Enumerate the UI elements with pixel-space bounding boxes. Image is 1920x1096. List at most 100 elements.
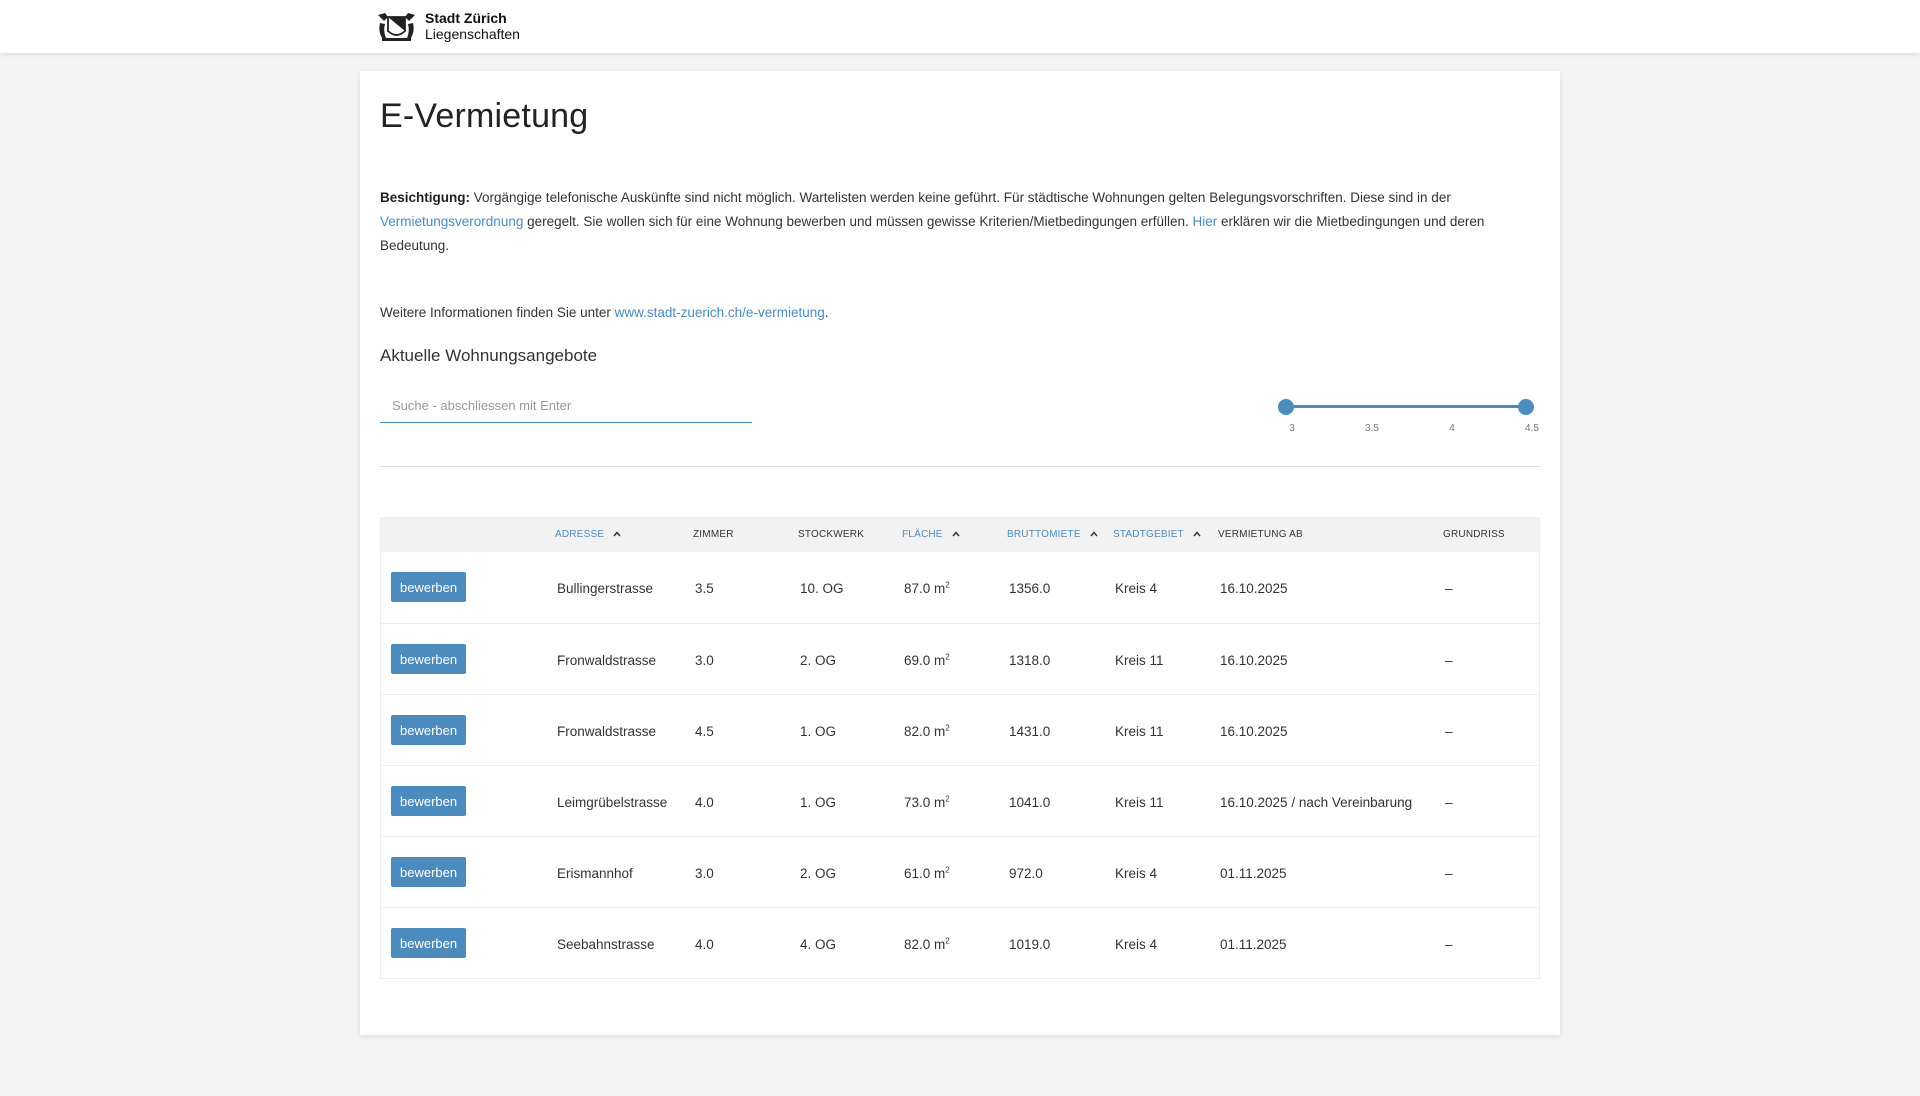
bewerben-button[interactable]: bewerben — [391, 644, 467, 674]
cell-stadtgebiet: Kreis 4 — [1115, 581, 1158, 596]
cell-vermietung-ab: 16.10.2025 — [1220, 724, 1288, 739]
bewerben-button[interactable]: bewerben — [391, 857, 467, 887]
cell-bruttomiete: 1019.0 — [1009, 937, 1051, 952]
area-unit-superscript: 2 — [945, 936, 950, 946]
cell-flaeche: 82.0 m2 — [904, 695, 950, 766]
intro-text-1: Vorgängige telefonische Auskünfte sind n… — [470, 190, 1451, 205]
chevron-up-icon — [1193, 531, 1201, 537]
room-range-slider[interactable]: 3 3.5 4 4.5 — [1278, 399, 1539, 439]
table-row: bewerben Seebahnstrasse 4.0 4. OG 82.0 m2 101… — [381, 907, 1539, 978]
column-header-grundriss: Grundriss — [1443, 529, 1505, 540]
slider-tick-label: 4.5 — [1525, 423, 1539, 434]
cell-stadtgebiet: Kreis 11 — [1115, 795, 1164, 810]
column-header-label: Adresse — [555, 529, 605, 540]
cell-zimmer: 4.0 — [695, 795, 714, 810]
column-header-flaeche[interactable]: Fläche — [902, 518, 960, 552]
column-header-vermietung-ab: Vermietung ab — [1218, 529, 1303, 540]
cell-bruttomiete: 1356.0 — [1009, 581, 1051, 596]
slider-tick-label: 4 — [1449, 423, 1455, 434]
area-unit-superscript: 2 — [945, 794, 950, 804]
cell-zimmer: 4.0 — [695, 937, 714, 952]
column-header-label: Stadtgebiet — [1113, 529, 1184, 540]
cell-zimmer: 4.5 — [695, 724, 714, 739]
bewerben-button[interactable]: bewerben — [391, 572, 467, 602]
bewerben-button[interactable]: bewerben — [391, 715, 467, 745]
area-unit-superscript: 2 — [945, 723, 950, 733]
slider-tick-label: 3.5 — [1365, 423, 1379, 434]
cell-grundriss: – — [1445, 937, 1453, 952]
intro-paragraph: Besichtigung: Vorgängige telefonische Au… — [380, 186, 1530, 258]
cell-vermietung-ab: 16.10.2025 — [1220, 581, 1288, 596]
column-header-adresse[interactable]: Adresse — [555, 518, 621, 552]
cell-adresse: Leimgrübelstrasse — [557, 795, 668, 810]
table-row: bewerben Fronwaldstrasse 4.5 1. OG 82.0 m2 14… — [381, 694, 1539, 765]
area-value: 73.0 m — [904, 795, 946, 810]
cell-stockwerk: 1. OG — [800, 724, 837, 739]
more-info-prefix: Weitere Informationen finden Sie unter — [380, 305, 615, 320]
cell-stockwerk: 2. OG — [800, 653, 837, 668]
cell-vermietung-ab: 16.10.2025 — [1220, 653, 1288, 668]
mietbedingungen-link[interactable]: Hier — [1193, 214, 1218, 229]
cell-bruttomiete: 972.0 — [1009, 866, 1043, 881]
table-row: bewerben Bullingerstrasse 3.5 10. OG 87.0 m2… — [381, 552, 1539, 623]
chevron-up-icon — [613, 531, 621, 537]
cell-flaeche: 87.0 m2 — [904, 552, 950, 623]
cell-zimmer: 3.0 — [695, 866, 714, 881]
bewerben-button[interactable]: bewerben — [391, 928, 467, 958]
cell-vermietung-ab: 01.11.2025 — [1220, 937, 1287, 952]
slider-track[interactable] — [1286, 405, 1526, 408]
area-unit-superscript: 2 — [945, 865, 950, 875]
cell-stadtgebiet: Kreis 11 — [1115, 653, 1164, 668]
cell-adresse: Erismannhof — [557, 866, 633, 881]
cell-adresse: Bullingerstrasse — [557, 581, 654, 596]
cell-adresse: Fronwaldstrasse — [557, 653, 657, 668]
cell-stockwerk: 1. OG — [800, 795, 837, 810]
area-unit-superscript: 2 — [945, 652, 950, 662]
table-body: bewerben Bullingerstrasse 3.5 10. OG 87.0 m2… — [381, 552, 1539, 978]
cell-adresse: Seebahnstrasse — [557, 937, 655, 952]
cell-bruttomiete: 1041.0 — [1009, 795, 1051, 810]
column-header-zimmer: Zimmer — [693, 529, 734, 540]
listings-table: Adresse Zimmer Stockwerk Fläche Bruttomi… — [380, 517, 1540, 979]
cell-grundriss: – — [1445, 866, 1453, 881]
column-header-label: Fläche — [902, 529, 943, 540]
more-info-text: Weitere Informationen finden Sie unter w… — [380, 305, 829, 320]
chevron-up-icon — [1090, 531, 1098, 537]
cell-stockwerk: 4. OG — [800, 937, 837, 952]
column-header-label: Bruttomiete — [1007, 529, 1081, 540]
cell-vermietung-ab: 01.11.2025 — [1220, 866, 1287, 881]
cell-flaeche: 61.0 m2 — [904, 837, 950, 908]
main-card: E-Vermietung Besichtigung: Vorgängige te… — [360, 71, 1560, 1035]
cell-grundriss: – — [1445, 653, 1453, 668]
stadt-zuerich-logo[interactable]: Stadt Zürich Liegenschaften — [376, 10, 520, 42]
column-header-stockwerk: Stockwerk — [798, 529, 865, 540]
divider — [380, 466, 1540, 467]
bewerben-button[interactable]: bewerben — [391, 786, 467, 816]
vermietungsverordnung-link[interactable]: Vermietungsverordnung — [380, 214, 523, 229]
area-unit-superscript: 2 — [945, 580, 950, 590]
area-value: 69.0 m — [904, 653, 946, 668]
column-header-stadtgebiet[interactable]: Stadtgebiet — [1113, 518, 1201, 552]
search-input[interactable] — [380, 389, 752, 423]
slider-handle-max[interactable] — [1518, 399, 1534, 415]
cell-grundriss: – — [1445, 581, 1453, 596]
cell-flaeche: 73.0 m2 — [904, 766, 950, 837]
cell-zimmer: 3.0 — [695, 653, 714, 668]
intro-text-2: geregelt. Sie wollen sich für eine Wohnu… — [523, 214, 1193, 229]
slider-handle-min[interactable] — [1278, 399, 1294, 415]
table-header: Adresse Zimmer Stockwerk Fläche Bruttomi… — [381, 518, 1539, 552]
slider-tick-label: 3 — [1289, 423, 1295, 434]
top-bar: Stadt Zürich Liegenschaften — [0, 0, 1920, 53]
cell-grundriss: – — [1445, 795, 1453, 810]
chevron-up-icon — [952, 531, 960, 537]
cell-stockwerk: 2. OG — [800, 866, 837, 881]
cell-vermietung-ab: 16.10.2025 / nach Vereinbarung — [1220, 795, 1413, 810]
table-row: bewerben Fronwaldstrasse 3.0 2. OG 69.0 m2 13… — [381, 623, 1539, 694]
table-row: bewerben Leimgrübelstrasse 4.0 1. OG 73.0 m2… — [381, 765, 1539, 836]
zurich-coat-of-arms-icon — [378, 12, 415, 41]
intro-bold-label: Besichtigung: — [380, 190, 470, 205]
e-vermietung-link[interactable]: www.stadt-zuerich.ch/e-vermietung — [615, 305, 825, 320]
section-title: Aktuelle Wohnungsangebote — [380, 346, 598, 365]
area-value: 61.0 m — [904, 866, 946, 881]
column-header-bruttomiete[interactable]: Bruttomiete — [1007, 518, 1098, 552]
